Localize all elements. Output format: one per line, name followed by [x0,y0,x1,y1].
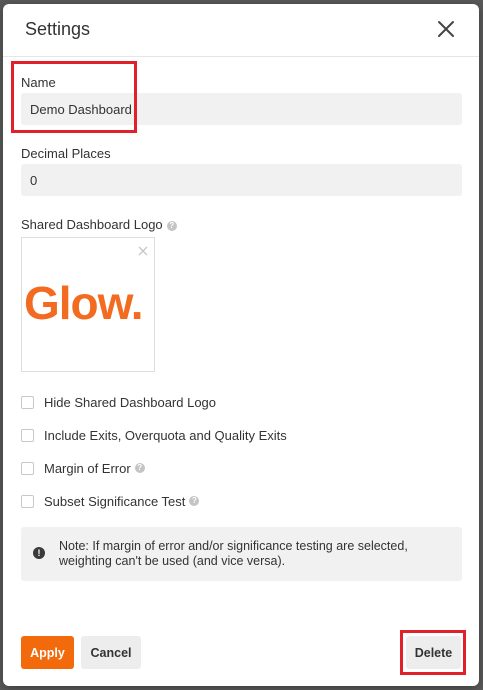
weighting-note: ! Note: If margin of error and/or signif… [21,527,462,581]
logo-field-label: Shared Dashboard Logo? [21,217,177,232]
glow-logo: Glow. [24,277,144,329]
hide-logo-label: Hide Shared Dashboard Logo [44,394,217,410]
subset-significance-option[interactable]: Subset Significance Test ? [21,493,200,509]
name-input[interactable] [21,93,462,125]
logo-preview[interactable]: Glow. [21,237,155,372]
hide-logo-option[interactable]: Hide Shared Dashboard Logo [21,394,216,410]
margin-of-error-option[interactable]: Margin of Error ? [21,460,145,476]
include-exits-checkbox[interactable] [21,428,34,442]
margin-of-error-label: Margin of Error [44,460,131,476]
decimal-places-input[interactable] [21,164,462,196]
dialog-header: Settings [3,4,479,57]
close-icon[interactable] [435,18,457,40]
settings-dialog: Settings Name Decimal Places Shared Dash… [3,4,479,686]
help-icon[interactable]: ? [166,220,177,231]
help-icon[interactable]: ? [189,496,200,506]
remove-logo-icon[interactable] [138,243,148,256]
margin-of-error-checkbox[interactable] [21,461,34,475]
dialog-title: Settings [25,19,91,39]
name-label: Name [21,75,56,90]
info-icon: ! [33,547,45,559]
help-icon[interactable]: ? [134,463,145,473]
include-exits-label: Include Exits, Overquota and Quality Exi… [44,427,287,443]
decimal-places-label: Decimal Places [21,146,111,161]
subset-significance-label: Subset Significance Test [44,493,186,509]
note-text: Note: If margin of error and/or signific… [59,539,408,568]
cancel-button[interactable]: Cancel [81,636,141,669]
subset-significance-checkbox[interactable] [21,494,34,508]
logo-field-label-text: Shared Dashboard Logo [21,217,163,232]
hide-logo-checkbox[interactable] [21,395,34,409]
include-exits-option[interactable]: Include Exits, Overquota and Quality Exi… [21,427,287,443]
delete-button[interactable]: Delete [406,636,461,669]
apply-button[interactable]: Apply [21,636,74,669]
